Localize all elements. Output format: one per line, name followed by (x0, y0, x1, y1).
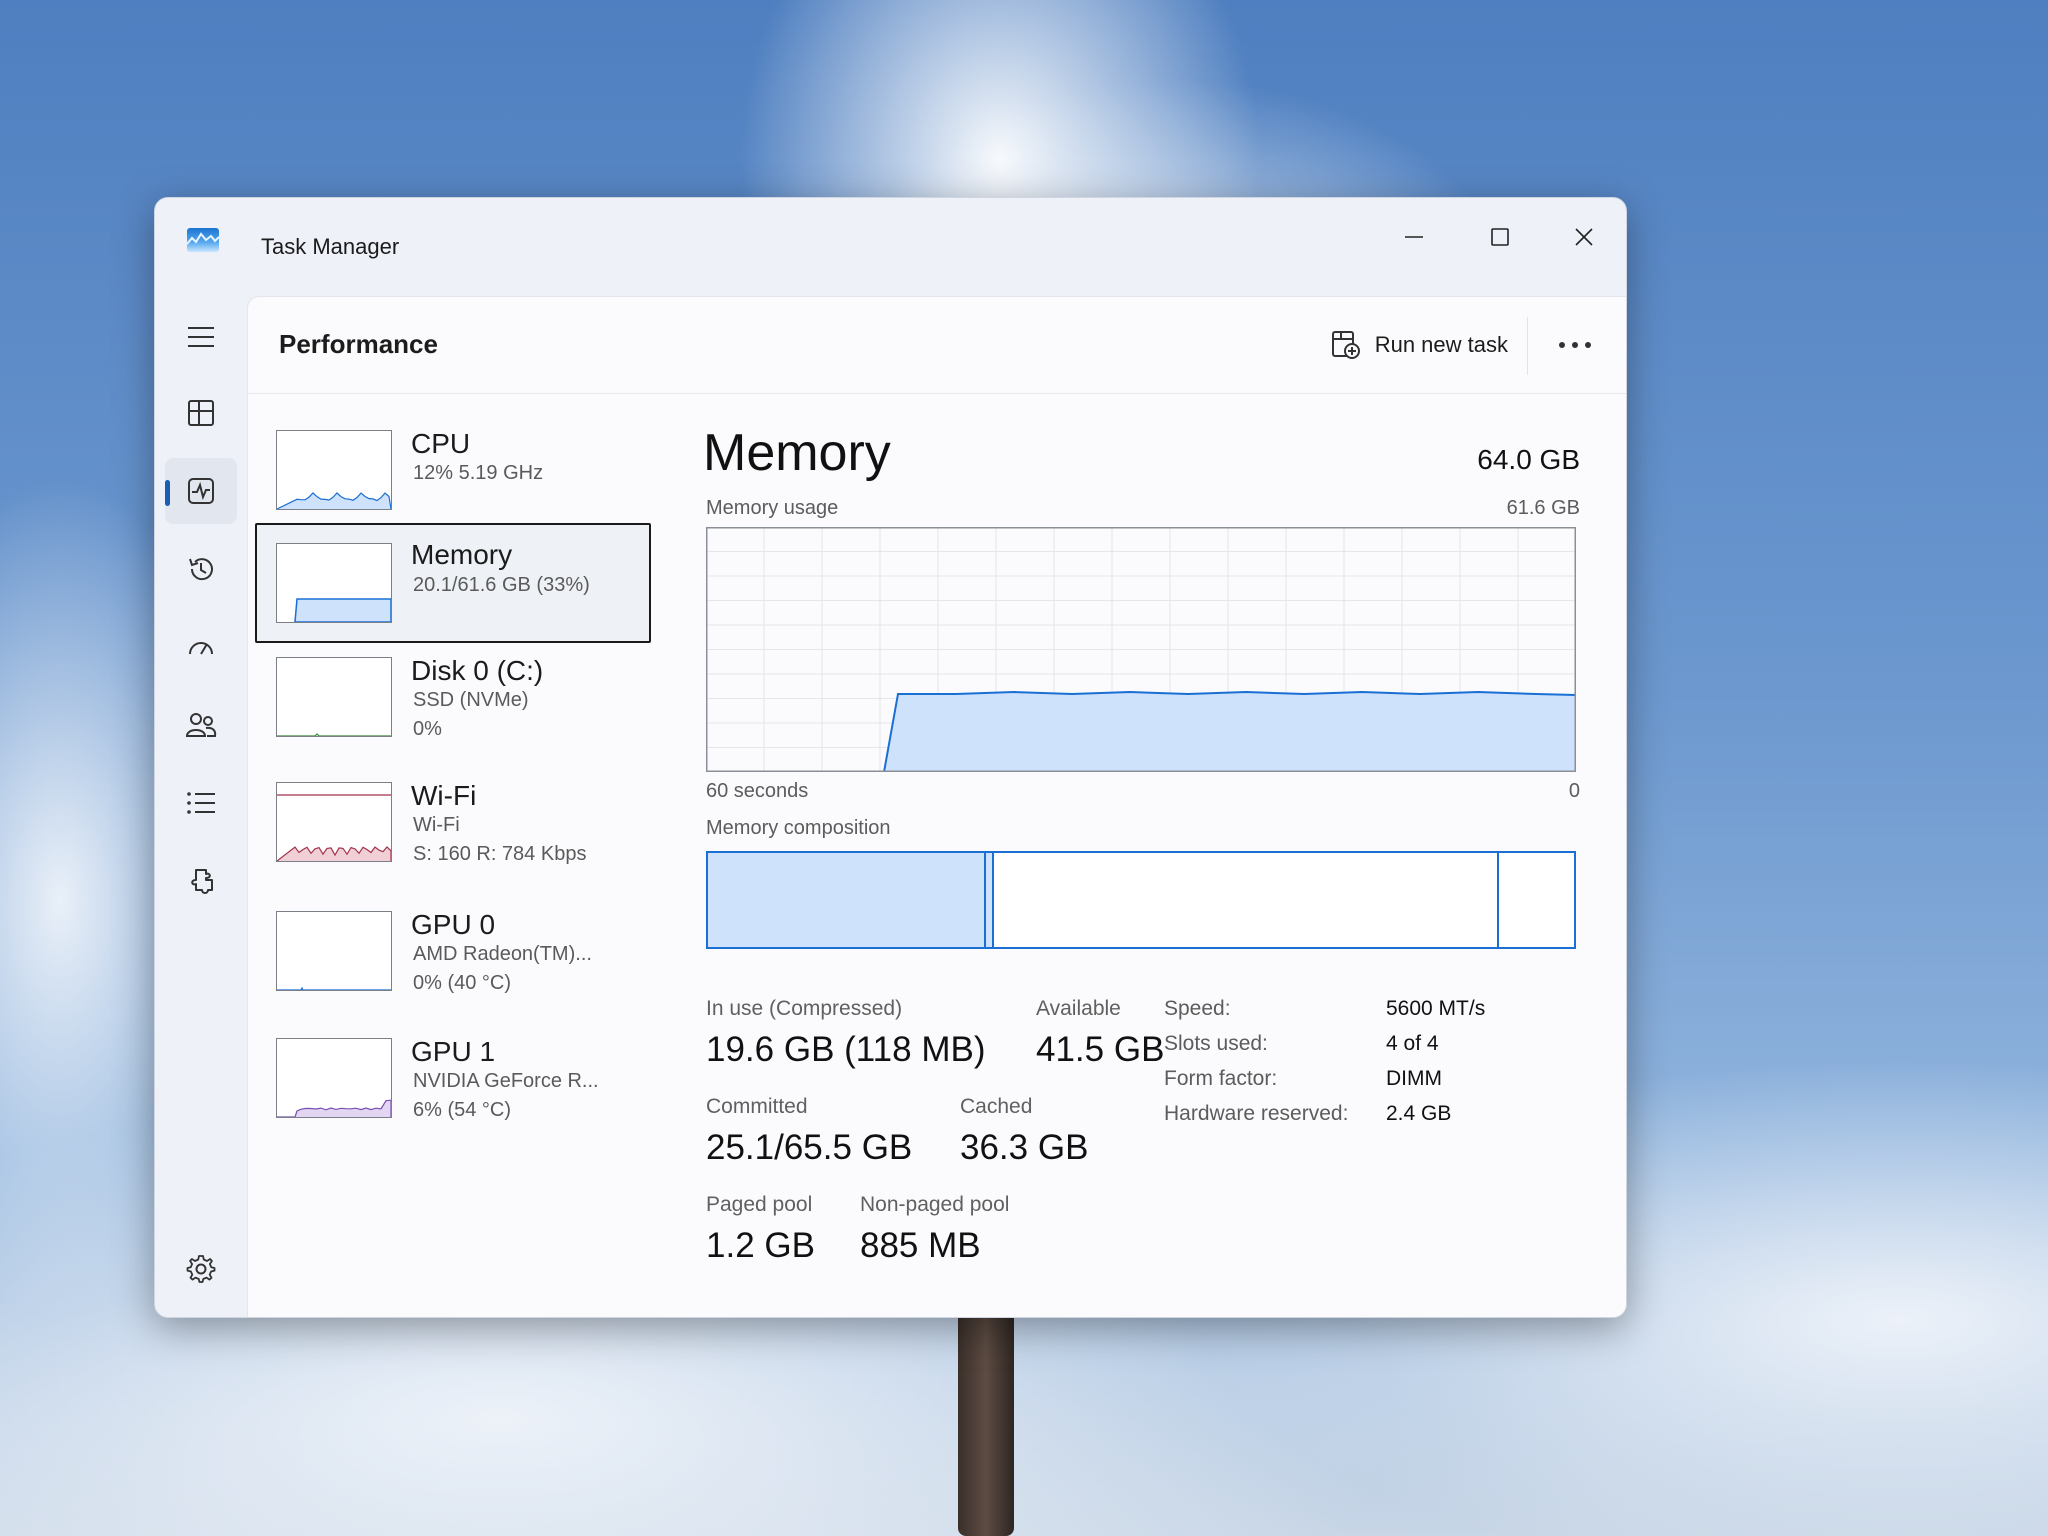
memory-usage-graph (706, 527, 1576, 772)
memory-title: Memory (703, 424, 891, 482)
task-manager-window: Task Manager Performance Run new task CP… (154, 197, 1627, 1318)
resource-name: Wi-Fi (411, 780, 477, 811)
nav-details[interactable] (165, 770, 237, 836)
memory-thumbnail-graph (276, 543, 392, 623)
performance-icon (188, 478, 214, 504)
resource-detail-secondary: S: 160 R: 784 Kbps (413, 843, 587, 865)
resource-detail: Wi-Fi (413, 814, 460, 836)
close-icon (1575, 228, 1593, 246)
resource-detail: 12% 5.19 GHz (413, 462, 544, 484)
resource-detail: NVIDIA GeForce R... (413, 1070, 599, 1092)
graph-time-left: 60 seconds (706, 780, 809, 802)
minimize-icon (1405, 236, 1423, 238)
resource-detail-secondary: 6% (54 °C) (413, 1099, 512, 1121)
page-title: Performance (279, 329, 438, 359)
hamburger-icon (188, 327, 214, 347)
nonpaged-pool-label: Non-paged pool (860, 1193, 1010, 1216)
memory-total: 64.0 GB (1477, 444, 1580, 475)
available-label: Available (1036, 997, 1121, 1020)
performance-content: Performance Run new task CPU 12% 5.19 GH… (247, 296, 1626, 1317)
settings-gear-icon (186, 1255, 216, 1283)
resource-name: CPU (411, 428, 471, 459)
memory-composition-label: Memory composition (706, 817, 891, 839)
spec-hw-reserved-value: 2.4 GB (1386, 1102, 1452, 1125)
cpu-thumbnail-graph (276, 430, 392, 510)
window-title: Task Manager (261, 234, 400, 259)
available-value: 41.5 GB (1036, 1030, 1165, 1069)
resource-detail-secondary: 0% (40 °C) (413, 972, 512, 994)
memory-usage-max: 61.6 GB (1506, 497, 1580, 519)
resource-detail: 20.1/61.6 GB (33%) (413, 574, 590, 596)
resource-name: GPU 0 (411, 909, 496, 940)
spec-slots-label: Slots used: (1164, 1032, 1268, 1055)
resource-detail-secondary: 0% (413, 718, 442, 740)
memory-usage-label: Memory usage (706, 497, 839, 519)
resource-name: Memory (411, 539, 513, 570)
background-tree-trunk (958, 1310, 1014, 1536)
nav-processes[interactable] (165, 380, 237, 446)
title-bar[interactable]: Task Manager (155, 198, 1626, 296)
in-use-label: In use (Compressed) (706, 997, 903, 1020)
navigation-rail (155, 296, 247, 1317)
resource-item-memory[interactable]: Memory 20.1/61.6 GB (33%) (255, 523, 651, 643)
spec-form-factor-label: Form factor: (1164, 1067, 1278, 1090)
close-button[interactable] (1543, 208, 1625, 266)
committed-value: 25.1/65.5 GB (706, 1128, 913, 1167)
resource-item-wifi[interactable]: Wi-Fi Wi-Fi S: 160 R: 784 Kbps (256, 768, 648, 884)
resource-detail: AMD Radeon(TM)... (413, 943, 592, 965)
processes-icon (188, 400, 214, 426)
memory-composition-bar (706, 851, 1576, 949)
active-nav-indicator (165, 480, 170, 506)
cached-value: 36.3 GB (960, 1128, 1089, 1167)
resource-item-gpu0[interactable]: GPU 0 AMD Radeon(TM)... 0% (40 °C) (256, 895, 648, 1011)
resource-detail: SSD (NVMe) (413, 689, 529, 711)
gpu1-thumbnail-graph (276, 1038, 392, 1118)
nav-settings[interactable] (165, 1236, 237, 1302)
paged-pool-value: 1.2 GB (706, 1226, 815, 1265)
resource-name: Disk 0 (C:) (411, 655, 544, 686)
nav-services[interactable] (165, 848, 237, 914)
wifi-thumbnail-graph (276, 782, 392, 862)
spec-slots-value: 4 of 4 (1386, 1032, 1439, 1055)
in-use-value: 19.6 GB (118 MB) (706, 1030, 986, 1069)
nav-startup-apps[interactable] (165, 614, 237, 680)
cached-label: Cached (960, 1095, 1033, 1118)
nonpaged-pool-value: 885 MB (860, 1226, 981, 1265)
hamburger-menu-button[interactable] (165, 304, 237, 370)
nav-performance[interactable] (165, 458, 237, 524)
graph-time-right: 0 (1568, 780, 1580, 802)
resource-name: GPU 1 (411, 1036, 496, 1067)
users-icon (185, 713, 217, 737)
resource-item-gpu1[interactable]: GPU 1 NVIDIA GeForce R... 6% (54 °C) (256, 1022, 648, 1138)
minimize-button[interactable] (1373, 208, 1455, 266)
task-manager-app-icon (187, 228, 219, 252)
spec-hw-reserved-label: Hardware reserved: (1164, 1102, 1349, 1125)
spec-speed-label: Speed: (1164, 997, 1231, 1020)
nav-app-history[interactable] (165, 536, 237, 602)
history-icon (189, 558, 213, 581)
nav-users[interactable] (165, 692, 237, 758)
maximize-icon (1491, 228, 1509, 246)
spec-form-factor-value: DIMM (1386, 1067, 1442, 1090)
resource-item-cpu[interactable]: CPU 12% 5.19 GHz (256, 414, 648, 530)
services-puzzle-icon (191, 869, 213, 894)
committed-label: Committed (706, 1095, 808, 1118)
resource-item-disk[interactable]: Disk 0 (C:) SSD (NVMe) 0% (256, 641, 648, 757)
paged-pool-label: Paged pool (706, 1193, 813, 1216)
maximize-button[interactable] (1459, 208, 1541, 266)
disk-thumbnail-graph (276, 657, 392, 737)
spec-speed-value: 5600 MT/s (1386, 997, 1486, 1020)
memory-detail-panel: Memory 64.0 GB Memory usage 61.6 GB 60 s… (703, 297, 1626, 1317)
gpu0-thumbnail-graph (276, 911, 392, 991)
speedometer-icon (189, 642, 213, 655)
details-list-icon (187, 792, 215, 814)
